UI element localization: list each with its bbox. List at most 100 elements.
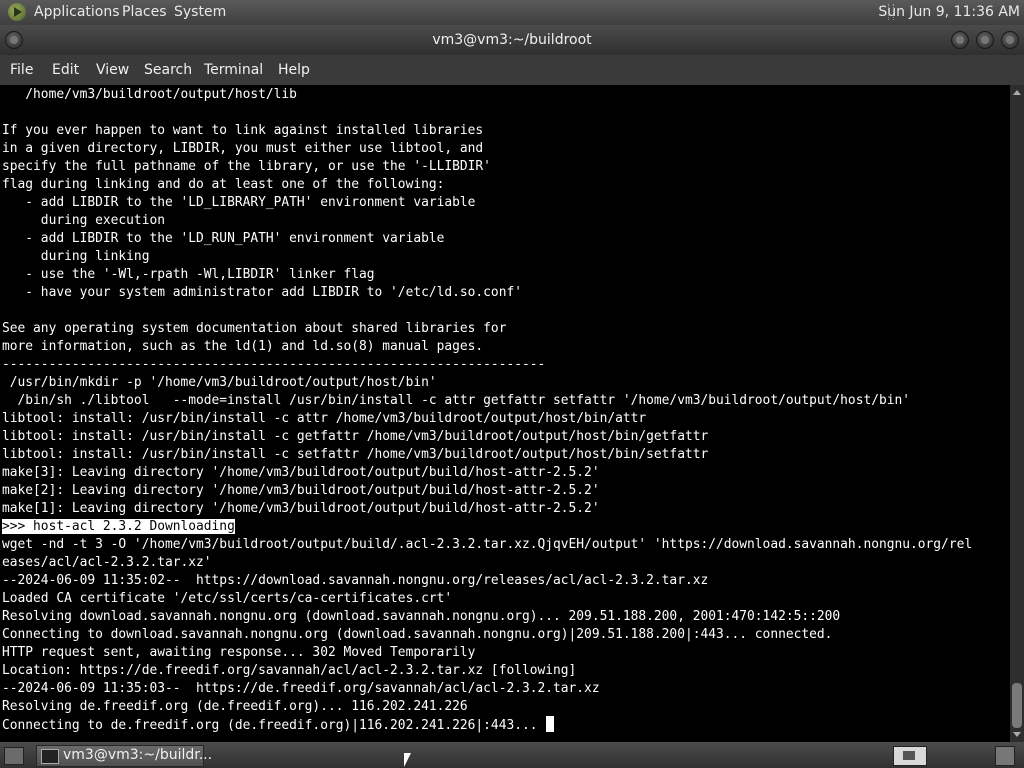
terminal-line: /bin/sh ./libtool --mode=install /usr/bi…	[2, 392, 972, 410]
window-titlebar[interactable]: vm3@vm3:~/buildroot	[0, 25, 1024, 55]
menu-file[interactable]: File	[10, 62, 33, 78]
terminal-line: - add LIBDIR to the 'LD_RUN_PATH' enviro…	[2, 230, 972, 248]
terminal-line-text: libtool: install: /usr/bin/install -c ge…	[2, 429, 709, 444]
show-desktop-icon[interactable]	[4, 747, 24, 765]
terminal-cursor	[546, 716, 555, 732]
terminal-line-text: during execution	[2, 213, 165, 228]
vertical-scrollbar[interactable]	[1010, 85, 1024, 742]
minimize-icon[interactable]	[951, 31, 969, 49]
terminal-line-text: Connecting to de.freedif.org (de.freedif…	[2, 718, 546, 733]
terminal-line: libtool: install: /usr/bin/install -c se…	[2, 446, 972, 464]
window-title: vm3@vm3:~/buildroot	[432, 32, 592, 48]
menu-places[interactable]: Places	[122, 4, 167, 20]
close-icon[interactable]	[1001, 31, 1019, 49]
trash-icon[interactable]	[995, 746, 1015, 766]
scroll-up-icon[interactable]	[1013, 90, 1021, 95]
terminal-line-text: flag during linking and do at least one …	[2, 177, 445, 192]
terminal-line-text: Location: https://de.freedif.org/savanna…	[2, 663, 577, 678]
terminal-line-text: wget -nd -t 3 -O '/home/vm3/buildroot/ou…	[2, 537, 973, 552]
terminal-line: make[2]: Leaving directory '/home/vm3/bu…	[2, 482, 972, 500]
terminal-line-text: If you ever happen to want to link again…	[2, 123, 484, 138]
terminal-line: --2024-06-09 11:35:03-- https://de.freed…	[2, 680, 972, 698]
terminal-line-text: more information, such as the ld(1) and …	[2, 339, 484, 354]
terminal-line-text: HTTP request sent, awaiting response... …	[2, 645, 476, 660]
terminal-line: libtool: install: /usr/bin/install -c ge…	[2, 428, 972, 446]
terminal-icon	[41, 749, 59, 764]
terminal-output[interactable]: /home/vm3/buildroot/output/host/lib If yo…	[0, 85, 1010, 742]
terminal-line: >>> host-acl 2.3.2 Downloading	[2, 518, 972, 536]
maximize-icon[interactable]	[976, 31, 994, 49]
terminal-line: wget -nd -t 3 -O '/home/vm3/buildroot/ou…	[2, 536, 972, 554]
terminal-line-text: make[3]: Leaving directory '/home/vm3/bu…	[2, 465, 600, 480]
terminal-line-text: libtool: install: /usr/bin/install -c at…	[2, 411, 647, 426]
terminal-line: make[3]: Leaving directory '/home/vm3/bu…	[2, 464, 972, 482]
terminal-line: during execution	[2, 212, 972, 230]
terminal-line-text: --2024-06-09 11:35:03-- https://de.freed…	[2, 681, 600, 696]
terminal-line-text: /usr/bin/mkdir -p '/home/vm3/buildroot/o…	[2, 375, 437, 390]
terminal-line: --2024-06-09 11:35:02-- https://download…	[2, 572, 972, 590]
terminal-line-text: make[2]: Leaving directory '/home/vm3/bu…	[2, 483, 600, 498]
menu-applications[interactable]: Applications	[34, 4, 120, 20]
terminal-line-text: Resolving download.savannah.nongnu.org (…	[2, 609, 841, 624]
mouse-pointer-icon	[404, 753, 411, 767]
terminal-line-text: - have your system administrator add LIB…	[2, 285, 522, 300]
taskbar-button-terminal[interactable]: vm3@vm3:~/buildr...	[36, 745, 212, 767]
terminal-line: HTTP request sent, awaiting response... …	[2, 644, 972, 662]
terminal-line-text: Loaded CA certificate '/etc/ssl/certs/ca…	[2, 591, 453, 606]
terminal-line: in a given directory, LIBDIR, you must e…	[2, 140, 972, 158]
workspace-switcher-icon[interactable]	[893, 746, 927, 766]
terminal-line: - have your system administrator add LIB…	[2, 284, 972, 302]
menu-view[interactable]: View	[96, 62, 129, 78]
menu-system[interactable]: System	[174, 4, 226, 20]
menu-terminal[interactable]: Terminal	[204, 62, 263, 78]
terminal-line-text: in a given directory, LIBDIR, you must e…	[2, 141, 484, 156]
terminal-menubar: File Edit View Search Terminal Help	[0, 55, 1024, 85]
terminal-line: - add LIBDIR to the 'LD_LIBRARY_PATH' en…	[2, 194, 972, 212]
terminal-line-text: Resolving de.freedif.org (de.freedif.org…	[2, 699, 468, 714]
terminal-line: Location: https://de.freedif.org/savanna…	[2, 662, 972, 680]
terminal-line: more information, such as the ld(1) and …	[2, 338, 972, 356]
terminal-line: /usr/bin/mkdir -p '/home/vm3/buildroot/o…	[2, 374, 972, 392]
terminal-line: Connecting to download.savannah.nongnu.o…	[2, 626, 972, 644]
taskbar-button-label: vm3@vm3:~/buildr...	[63, 747, 213, 763]
terminal-line-text: /home/vm3/buildroot/output/host/lib	[2, 87, 297, 102]
terminal-line: specify the full pathname of the library…	[2, 158, 972, 176]
terminal-line: Connecting to de.freedif.org (de.freedif…	[2, 716, 972, 734]
scrollbar-thumb[interactable]	[1012, 683, 1022, 728]
terminal-line-text: --2024-06-09 11:35:02-- https://download…	[2, 573, 709, 588]
terminal-line: Loaded CA certificate '/etc/ssl/certs/ca…	[2, 590, 972, 608]
terminal-line-text: >>> host-acl 2.3.2 Downloading	[2, 519, 235, 534]
menu-edit[interactable]: Edit	[52, 62, 79, 78]
terminal-line-text: - use the '-Wl,-rpath -Wl,LIBDIR' linker…	[2, 267, 375, 282]
terminal-line-text: eases/acl/acl-2.3.2.tar.xz'	[2, 555, 212, 570]
terminal-line: eases/acl/acl-2.3.2.tar.xz'	[2, 554, 972, 572]
terminal-line-text: - add LIBDIR to the 'LD_RUN_PATH' enviro…	[2, 231, 445, 246]
terminal-line-text: specify the full pathname of the library…	[2, 159, 491, 174]
terminal-line: ----------------------------------------…	[2, 356, 972, 374]
applications-icon[interactable]	[8, 3, 26, 21]
terminal-line-text: - add LIBDIR to the 'LD_LIBRARY_PATH' en…	[2, 195, 476, 210]
scroll-down-icon[interactable]	[1013, 732, 1021, 737]
terminal-line-text: make[1]: Leaving directory '/home/vm3/bu…	[2, 501, 600, 516]
terminal-line: flag during linking and do at least one …	[2, 176, 972, 194]
bottom-panel: vm3@vm3:~/buildr...	[0, 742, 1024, 768]
terminal-line-text: ----------------------------------------…	[2, 357, 546, 372]
clock[interactable]: Sun Jun 9, 11:36 AM	[878, 4, 1020, 20]
terminal-line: If you ever happen to want to link again…	[2, 122, 972, 140]
terminal-line-text: See any operating system documentation a…	[2, 321, 507, 336]
terminal-line: libtool: install: /usr/bin/install -c at…	[2, 410, 972, 428]
terminal-lines: /home/vm3/buildroot/output/host/lib If yo…	[2, 86, 972, 734]
terminal-line: Resolving download.savannah.nongnu.org (…	[2, 608, 972, 626]
terminal-line: - use the '-Wl,-rpath -Wl,LIBDIR' linker…	[2, 266, 972, 284]
terminal-line: Resolving de.freedif.org (de.freedif.org…	[2, 698, 972, 716]
menu-help[interactable]: Help	[278, 62, 310, 78]
top-panel: Applications Places System Sun Jun 9, 11…	[0, 0, 1024, 25]
terminal-line-text: Connecting to download.savannah.nongnu.o…	[2, 627, 833, 642]
terminal-line: make[1]: Leaving directory '/home/vm3/bu…	[2, 500, 972, 518]
terminal-line: See any operating system documentation a…	[2, 320, 972, 338]
terminal-line-text: libtool: install: /usr/bin/install -c se…	[2, 447, 709, 462]
menu-search[interactable]: Search	[144, 62, 192, 78]
terminal-line: /home/vm3/buildroot/output/host/lib	[2, 86, 972, 104]
